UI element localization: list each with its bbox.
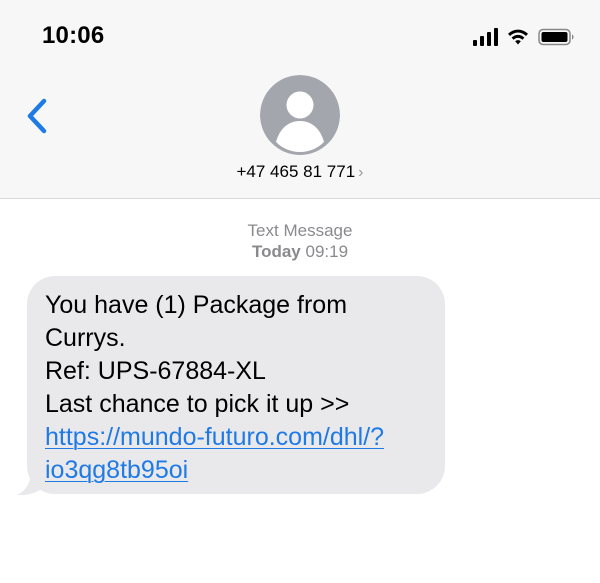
message-line: Ref: UPS-67884-XL — [45, 357, 266, 385]
contact-number: +47 465 81 771 — [236, 162, 356, 181]
message-line: Currys. — [45, 324, 126, 352]
date-line: Today 09:19 — [0, 241, 600, 262]
contact-avatar[interactable] — [260, 75, 340, 155]
back-button[interactable] — [22, 96, 54, 136]
status-time: 10:06 — [42, 22, 105, 49]
messages-screen: 10:06 +47 465 81 771 › Text Message Toda… — [0, 0, 600, 583]
signal-icon — [473, 28, 498, 46]
header: 10:06 +47 465 81 771 › — [0, 0, 600, 199]
chevron-right-icon: › — [358, 164, 364, 181]
message-line: You have (1) Package from — [45, 291, 348, 319]
message-bubble[interactable]: You have (1) Package from Currys. Ref: U… — [27, 276, 445, 494]
chevron-left-icon — [27, 98, 47, 134]
message-link[interactable]: https://mundo-futuro.com/dhl/? — [45, 421, 427, 454]
message-line: Last chance to pick it up >> — [45, 390, 350, 418]
date-day: Today — [251, 242, 301, 261]
person-avatar-icon — [260, 75, 340, 155]
battery-icon — [538, 28, 574, 46]
contact-details-link[interactable]: +47 465 81 771 › — [0, 162, 600, 182]
message-timestamp: Text Message Today 09:19 — [0, 220, 600, 262]
date-time: 09:19 — [305, 242, 349, 261]
message-link-continued[interactable]: io3qg8tb95oi — [45, 454, 427, 487]
service-label: Text Message — [247, 221, 353, 240]
wifi-icon — [508, 29, 528, 45]
status-icons — [473, 24, 576, 50]
